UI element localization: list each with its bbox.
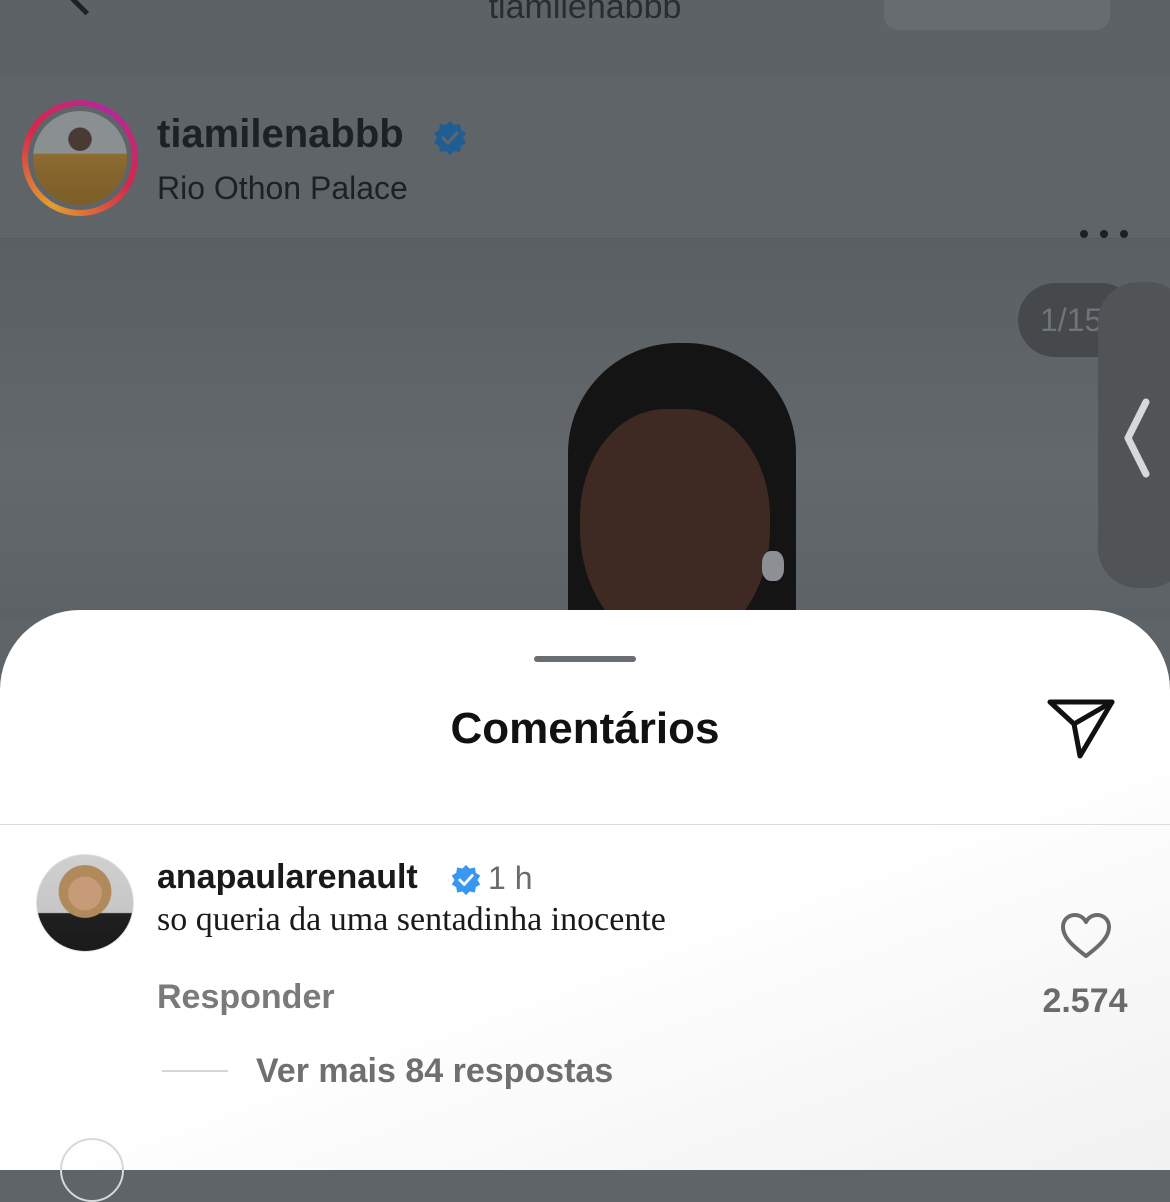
portrait-face — [580, 409, 770, 619]
top-navigation-bar: tiamilenabbb — [0, 0, 1170, 79]
comment-author-avatar[interactable] — [36, 854, 134, 952]
paper-plane-icon[interactable] — [1044, 694, 1118, 760]
next-comment-avatar[interactable] — [60, 1138, 124, 1202]
verified-badge-icon — [451, 864, 481, 896]
avatar-ring-gap — [28, 106, 132, 210]
comments-title: Comentários — [450, 704, 720, 753]
like-count: 2.574 — [1042, 982, 1128, 1020]
verified-badge-icon — [434, 121, 466, 155]
heart-icon[interactable] — [1060, 912, 1112, 960]
follow-button[interactable] — [884, 0, 1110, 30]
post-header — [0, 78, 1170, 239]
post-image[interactable]: 1/15 — [0, 239, 1170, 619]
avatar-photo — [33, 111, 127, 205]
comment-username[interactable]: anapaularenault — [157, 858, 418, 897]
view-more-replies-link[interactable]: Ver mais 84 respostas — [256, 1052, 613, 1091]
post-author-avatar[interactable] — [22, 100, 138, 216]
comments-sheet: Comentários anapaularenault 1 h so queri… — [0, 610, 1170, 1202]
comment-text: so queria da uma sentadinha inocente — [157, 901, 666, 938]
sheet-grabber-handle[interactable] — [534, 656, 636, 662]
post-location[interactable]: Rio Othon Palace — [157, 170, 408, 207]
portrait-earring — [762, 551, 784, 581]
reply-button[interactable]: Responder — [157, 978, 335, 1017]
comment-timestamp: 1 h — [488, 860, 533, 896]
chevron-left-icon[interactable] — [1122, 398, 1152, 478]
post-username[interactable]: tiamilenabbb — [157, 112, 404, 157]
sheet-divider — [0, 824, 1170, 825]
replies-connector-line — [162, 1070, 228, 1072]
